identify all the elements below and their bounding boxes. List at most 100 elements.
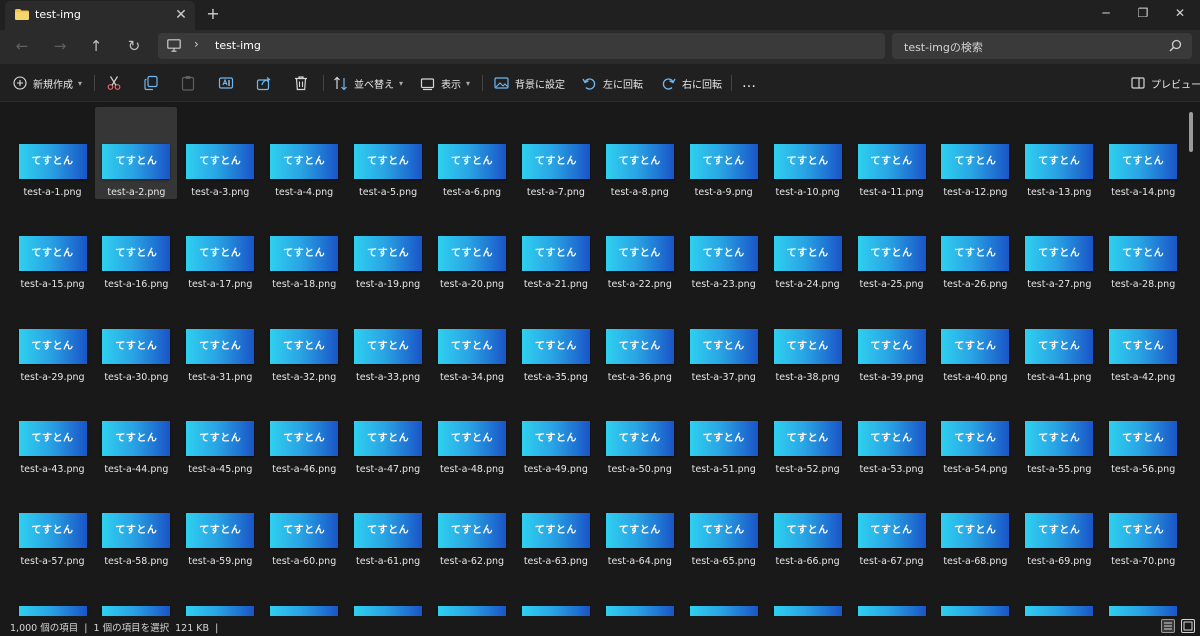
breadcrumb[interactable]: test-img <box>215 39 261 52</box>
file-item[interactable]: てすとん test-a-69.png <box>1018 476 1100 568</box>
file-item[interactable]: てすとん test-a-40.png <box>934 292 1016 384</box>
file-item[interactable]: てすとん test-a-61.png <box>347 476 429 568</box>
new-button[interactable]: 新規作成 ▾ <box>13 72 82 94</box>
new-tab-icon[interactable]: + <box>203 5 223 25</box>
file-item[interactable]: てすとん test-a-29.png <box>12 292 94 384</box>
file-item[interactable]: てすとん <box>683 569 765 616</box>
file-item[interactable]: てすとん test-a-67.png <box>851 476 933 568</box>
file-item[interactable]: てすとん test-a-37.png <box>683 292 765 384</box>
minimize-icon[interactable]: ─ <box>1088 0 1124 28</box>
search-input[interactable]: test-imgの検索 <box>904 39 983 55</box>
file-item[interactable]: てすとん test-a-33.png <box>347 292 429 384</box>
cut-button[interactable] <box>106 72 122 94</box>
delete-button[interactable] <box>293 72 309 94</box>
refresh-icon[interactable]: ↻ <box>122 35 146 59</box>
file-item[interactable]: てすとん test-a-56.png <box>1102 384 1184 476</box>
file-item[interactable]: てすとん test-a-59.png <box>179 476 261 568</box>
file-item[interactable]: てすとん test-a-48.png <box>431 384 513 476</box>
file-item[interactable]: てすとん test-a-25.png <box>851 199 933 291</box>
file-item[interactable]: てすとん test-a-63.png <box>515 476 597 568</box>
file-item[interactable]: てすとん test-a-26.png <box>934 199 1016 291</box>
file-item[interactable]: てすとん <box>95 569 177 616</box>
file-item[interactable]: てすとん test-a-52.png <box>767 384 849 476</box>
file-item[interactable]: てすとん test-a-6.png <box>431 107 513 199</box>
rotate-right-button[interactable]: 右に回転 <box>661 72 722 94</box>
tiles-view-icon[interactable] <box>1181 619 1195 633</box>
file-item[interactable]: てすとん test-a-32.png <box>263 292 345 384</box>
file-item[interactable]: てすとん <box>851 569 933 616</box>
file-item[interactable]: てすとん test-a-46.png <box>263 384 345 476</box>
file-item[interactable]: てすとん test-a-21.png <box>515 199 597 291</box>
file-item[interactable]: てすとん <box>263 569 345 616</box>
file-item[interactable]: てすとん test-a-62.png <box>431 476 513 568</box>
forward-icon[interactable]: → <box>48 35 72 59</box>
file-item[interactable]: てすとん test-a-44.png <box>95 384 177 476</box>
tab-close-icon[interactable]: ✕ <box>172 6 190 24</box>
file-item[interactable]: てすとん test-a-12.png <box>934 107 1016 199</box>
file-item[interactable]: てすとん test-a-41.png <box>1018 292 1100 384</box>
search-box[interactable]: test-imgの検索 <box>892 33 1192 59</box>
file-item[interactable]: てすとん test-a-55.png <box>1018 384 1100 476</box>
file-item[interactable]: てすとん test-a-39.png <box>851 292 933 384</box>
file-item[interactable]: てすとん test-a-31.png <box>179 292 261 384</box>
file-item[interactable]: てすとん test-a-8.png <box>599 107 681 199</box>
set-background-button[interactable]: 背景に設定 <box>494 72 565 94</box>
file-item[interactable]: てすとん test-a-3.png <box>179 107 261 199</box>
up-icon[interactable]: ↑ <box>84 35 108 59</box>
paste-button[interactable] <box>180 72 196 94</box>
file-item[interactable]: てすとん test-a-42.png <box>1102 292 1184 384</box>
details-view-icon[interactable] <box>1161 619 1175 633</box>
file-item[interactable]: てすとん test-a-47.png <box>347 384 429 476</box>
file-item[interactable]: てすとん <box>1018 569 1100 616</box>
breadcrumb-chevron-icon[interactable]: › <box>194 37 199 51</box>
tab-test-img[interactable]: test-img ✕ <box>5 1 195 30</box>
rename-button[interactable] <box>218 72 234 94</box>
back-icon[interactable]: ← <box>10 35 34 59</box>
file-item[interactable]: てすとん test-a-68.png <box>934 476 1016 568</box>
file-item[interactable]: てすとん test-a-45.png <box>179 384 261 476</box>
file-item[interactable]: てすとん test-a-65.png <box>683 476 765 568</box>
search-icon[interactable] <box>1169 39 1182 52</box>
file-item[interactable]: てすとん <box>934 569 1016 616</box>
file-item[interactable]: てすとん test-a-4.png <box>263 107 345 199</box>
file-item[interactable]: てすとん test-a-5.png <box>347 107 429 199</box>
file-item[interactable]: てすとん test-a-2.png <box>95 107 178 199</box>
file-item[interactable]: てすとん test-a-28.png <box>1102 199 1184 291</box>
file-item[interactable]: てすとん test-a-53.png <box>851 384 933 476</box>
file-item[interactable]: てすとん <box>599 569 681 616</box>
file-item[interactable]: てすとん test-a-22.png <box>599 199 681 291</box>
file-item[interactable]: てすとん test-a-16.png <box>95 199 177 291</box>
close-window-icon[interactable]: ✕ <box>1162 0 1198 28</box>
address-bar[interactable]: › test-img <box>158 33 885 59</box>
file-item[interactable]: てすとん test-a-54.png <box>934 384 1016 476</box>
file-item[interactable]: てすとん <box>179 569 261 616</box>
file-item[interactable]: てすとん test-a-66.png <box>767 476 849 568</box>
file-item[interactable]: てすとん test-a-35.png <box>515 292 597 384</box>
file-item[interactable]: てすとん test-a-70.png <box>1102 476 1184 568</box>
file-item[interactable]: てすとん test-a-11.png <box>851 107 933 199</box>
file-item[interactable]: てすとん test-a-18.png <box>263 199 345 291</box>
file-item[interactable]: てすとん test-a-60.png <box>263 476 345 568</box>
file-item[interactable]: てすとん test-a-64.png <box>599 476 681 568</box>
file-item[interactable]: てすとん <box>1102 569 1184 616</box>
file-item[interactable]: てすとん test-a-23.png <box>683 199 765 291</box>
file-item[interactable]: てすとん <box>515 569 597 616</box>
file-item[interactable]: てすとん test-a-38.png <box>767 292 849 384</box>
file-item[interactable]: てすとん test-a-17.png <box>179 199 261 291</box>
maximize-icon[interactable]: ❐ <box>1125 0 1161 28</box>
file-item[interactable]: てすとん <box>12 569 94 616</box>
file-item[interactable]: てすとん test-a-50.png <box>599 384 681 476</box>
more-icon[interactable]: … <box>742 72 756 94</box>
file-item[interactable]: てすとん test-a-1.png <box>12 107 94 199</box>
rotate-left-button[interactable]: 左に回転 <box>582 72 643 94</box>
file-item[interactable]: てすとん <box>767 569 849 616</box>
scrollbar[interactable] <box>1189 112 1193 152</box>
file-item[interactable]: てすとん test-a-14.png <box>1102 107 1184 199</box>
file-item[interactable]: てすとん test-a-58.png <box>95 476 177 568</box>
file-item[interactable]: てすとん test-a-19.png <box>347 199 429 291</box>
file-item[interactable]: てすとん test-a-13.png <box>1018 107 1100 199</box>
file-item[interactable]: てすとん test-a-7.png <box>515 107 597 199</box>
file-item[interactable]: てすとん <box>431 569 513 616</box>
view-button[interactable]: 表示 ▾ <box>420 72 470 94</box>
copy-button[interactable] <box>143 72 159 94</box>
